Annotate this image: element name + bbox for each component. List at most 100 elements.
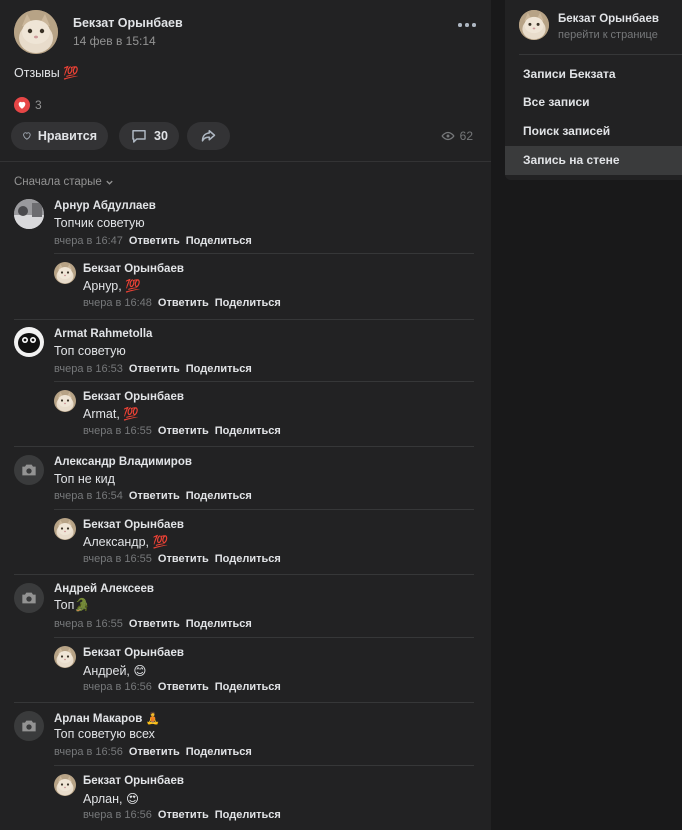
comment-author[interactable]: Арлан Макаров 🧘 [54, 711, 160, 725]
wall-navigation-menu: Бекзат Орынбаев перейти к странице Запис… [505, 0, 682, 180]
like-button[interactable]: Нравится [11, 122, 108, 150]
reply-button[interactable]: Ответить [129, 235, 180, 247]
comment-author[interactable]: Арнур Абдуллаев [54, 200, 156, 212]
author-avatar[interactable] [14, 10, 58, 54]
comment-time[interactable]: вчера в 16:55 [54, 618, 123, 630]
commenter-avatar[interactable] [14, 327, 44, 357]
reply-time[interactable]: вчера в 16:55 [83, 425, 152, 437]
comment-meta: вчера в 16:47 Ответить Поделиться [54, 235, 252, 247]
post-author-name[interactable]: Бекзат Орынбаев [73, 16, 183, 30]
divider [14, 574, 474, 575]
views-counter: 62 [441, 129, 473, 143]
comment-button[interactable]: 30 [119, 122, 179, 150]
commenter-avatar[interactable] [14, 455, 44, 485]
comment-text: Топчик советую [54, 216, 145, 230]
reply-time[interactable]: вчера в 16:48 [83, 297, 152, 309]
post-text: Отзывы 💯 [14, 66, 79, 80]
divider [14, 319, 474, 320]
reply-button[interactable]: Ответить [129, 746, 180, 758]
sidebar-owner-name[interactable]: Бекзат Орынбаев [558, 13, 659, 25]
commenter-avatar[interactable] [14, 711, 44, 741]
menu-item-all-posts[interactable]: Все записи [505, 88, 682, 117]
reply-text: Арнур, 💯 [83, 279, 141, 293]
comment-author[interactable]: Андрей Алексеев [54, 583, 154, 595]
comment-text: Топ🐊 [54, 598, 90, 612]
sidebar-avatar[interactable] [519, 10, 549, 40]
reply-button[interactable]: Ответить [158, 553, 209, 565]
reply-meta: вчера в 16:55 Ответить Поделиться [83, 425, 281, 437]
views-count: 62 [459, 129, 473, 143]
share-link[interactable]: Поделиться [215, 681, 281, 693]
comment-time[interactable]: вчера в 16:53 [54, 363, 123, 375]
chevron-down-icon [106, 180, 113, 185]
reply-button[interactable]: Ответить [129, 363, 180, 375]
reply-button[interactable]: Ответить [158, 809, 209, 821]
divider [54, 637, 474, 638]
reply-author[interactable]: Бекзат Орынбаев [83, 263, 184, 275]
share-link[interactable]: Поделиться [215, 809, 281, 821]
reply-time[interactable]: вчера в 16:56 [83, 681, 152, 693]
reply-button[interactable]: Ответить [158, 425, 209, 437]
comment-time[interactable]: вчера в 16:47 [54, 235, 123, 247]
reply-meta: вчера в 16:48 Ответить Поделиться [83, 297, 281, 309]
commenter-avatar[interactable] [14, 199, 44, 229]
share-link[interactable]: Поделиться [186, 235, 252, 247]
reply-time[interactable]: вчера в 16:55 [83, 553, 152, 565]
menu-item-search-posts[interactable]: Поиск записей [505, 117, 682, 146]
more-options-icon[interactable] [456, 18, 478, 32]
share-link[interactable]: Поделиться [215, 425, 281, 437]
share-link[interactable]: Поделиться [186, 363, 252, 375]
camera-icon [22, 464, 36, 476]
camera-icon [22, 720, 36, 732]
share-link[interactable]: Поделиться [215, 553, 281, 565]
heart-reaction-icon [14, 97, 30, 113]
share-link[interactable]: Поделиться [186, 618, 252, 630]
reply-text: Арлан, 😍 [83, 792, 139, 806]
comment-time[interactable]: вчера в 16:56 [54, 746, 123, 758]
share-link[interactable]: Поделиться [215, 297, 281, 309]
reactions-summary[interactable]: 3 [14, 97, 42, 113]
share-button[interactable] [187, 122, 230, 150]
divider [54, 381, 474, 382]
comment-author[interactable]: Armat Rahmetolla [54, 328, 152, 340]
post-header: Бекзат Орынбаев 14 фев в 15:14 [14, 10, 478, 56]
reply-button[interactable]: Ответить [158, 297, 209, 309]
comment-count: 30 [154, 129, 168, 143]
reply-author[interactable]: Бекзат Орынбаев [83, 647, 184, 659]
comment-time[interactable]: вчера в 16:54 [54, 490, 123, 502]
reply-meta: вчера в 16:56 Ответить Поделиться [83, 809, 281, 821]
reply-time[interactable]: вчера в 16:56 [83, 809, 152, 821]
reply-avatar[interactable] [54, 262, 76, 284]
menu-item-wall-post[interactable]: Запись на стене [505, 146, 682, 175]
reply-author[interactable]: Бекзат Орынбаев [83, 519, 184, 531]
reply-button[interactable]: Ответить [129, 490, 180, 502]
reply-avatar[interactable] [54, 774, 76, 796]
comment-author[interactable]: Александр Владимиров [54, 456, 192, 468]
share-icon [201, 130, 216, 142]
commenter-avatar[interactable] [14, 583, 44, 613]
reply-avatar[interactable] [54, 518, 76, 540]
reply-avatar[interactable] [54, 646, 76, 668]
reply-text: Андрей, 😊 [83, 664, 147, 678]
like-label: Нравится [37, 129, 97, 143]
comment-text: Топ советую всех [54, 727, 155, 741]
share-link[interactable]: Поделиться [186, 746, 252, 758]
comment-text: Топ не кид [54, 472, 115, 486]
comment-meta: вчера в 16:56 Ответить Поделиться [54, 746, 252, 758]
reply-text: Александр, 💯 [83, 535, 169, 549]
reply-author[interactable]: Бекзат Орынбаев [83, 391, 184, 403]
eye-icon [441, 131, 455, 141]
reply-author[interactable]: Бекзат Орынбаев [83, 775, 184, 787]
menu-item-owner-posts[interactable]: Записи Бекзата [505, 60, 682, 89]
post-date[interactable]: 14 фев в 15:14 [73, 34, 156, 48]
sort-dropdown[interactable]: Сначала старые [14, 176, 114, 188]
reply-avatar[interactable] [54, 390, 76, 412]
divider [0, 161, 491, 162]
comment-meta: вчера в 16:55 Ответить Поделиться [54, 618, 252, 630]
sort-label: Сначала старые [14, 176, 102, 188]
reply-button[interactable]: Ответить [129, 618, 180, 630]
reply-button[interactable]: Ответить [158, 681, 209, 693]
share-link[interactable]: Поделиться [186, 490, 252, 502]
divider [519, 54, 682, 55]
go-to-page-link[interactable]: перейти к странице [558, 29, 658, 41]
